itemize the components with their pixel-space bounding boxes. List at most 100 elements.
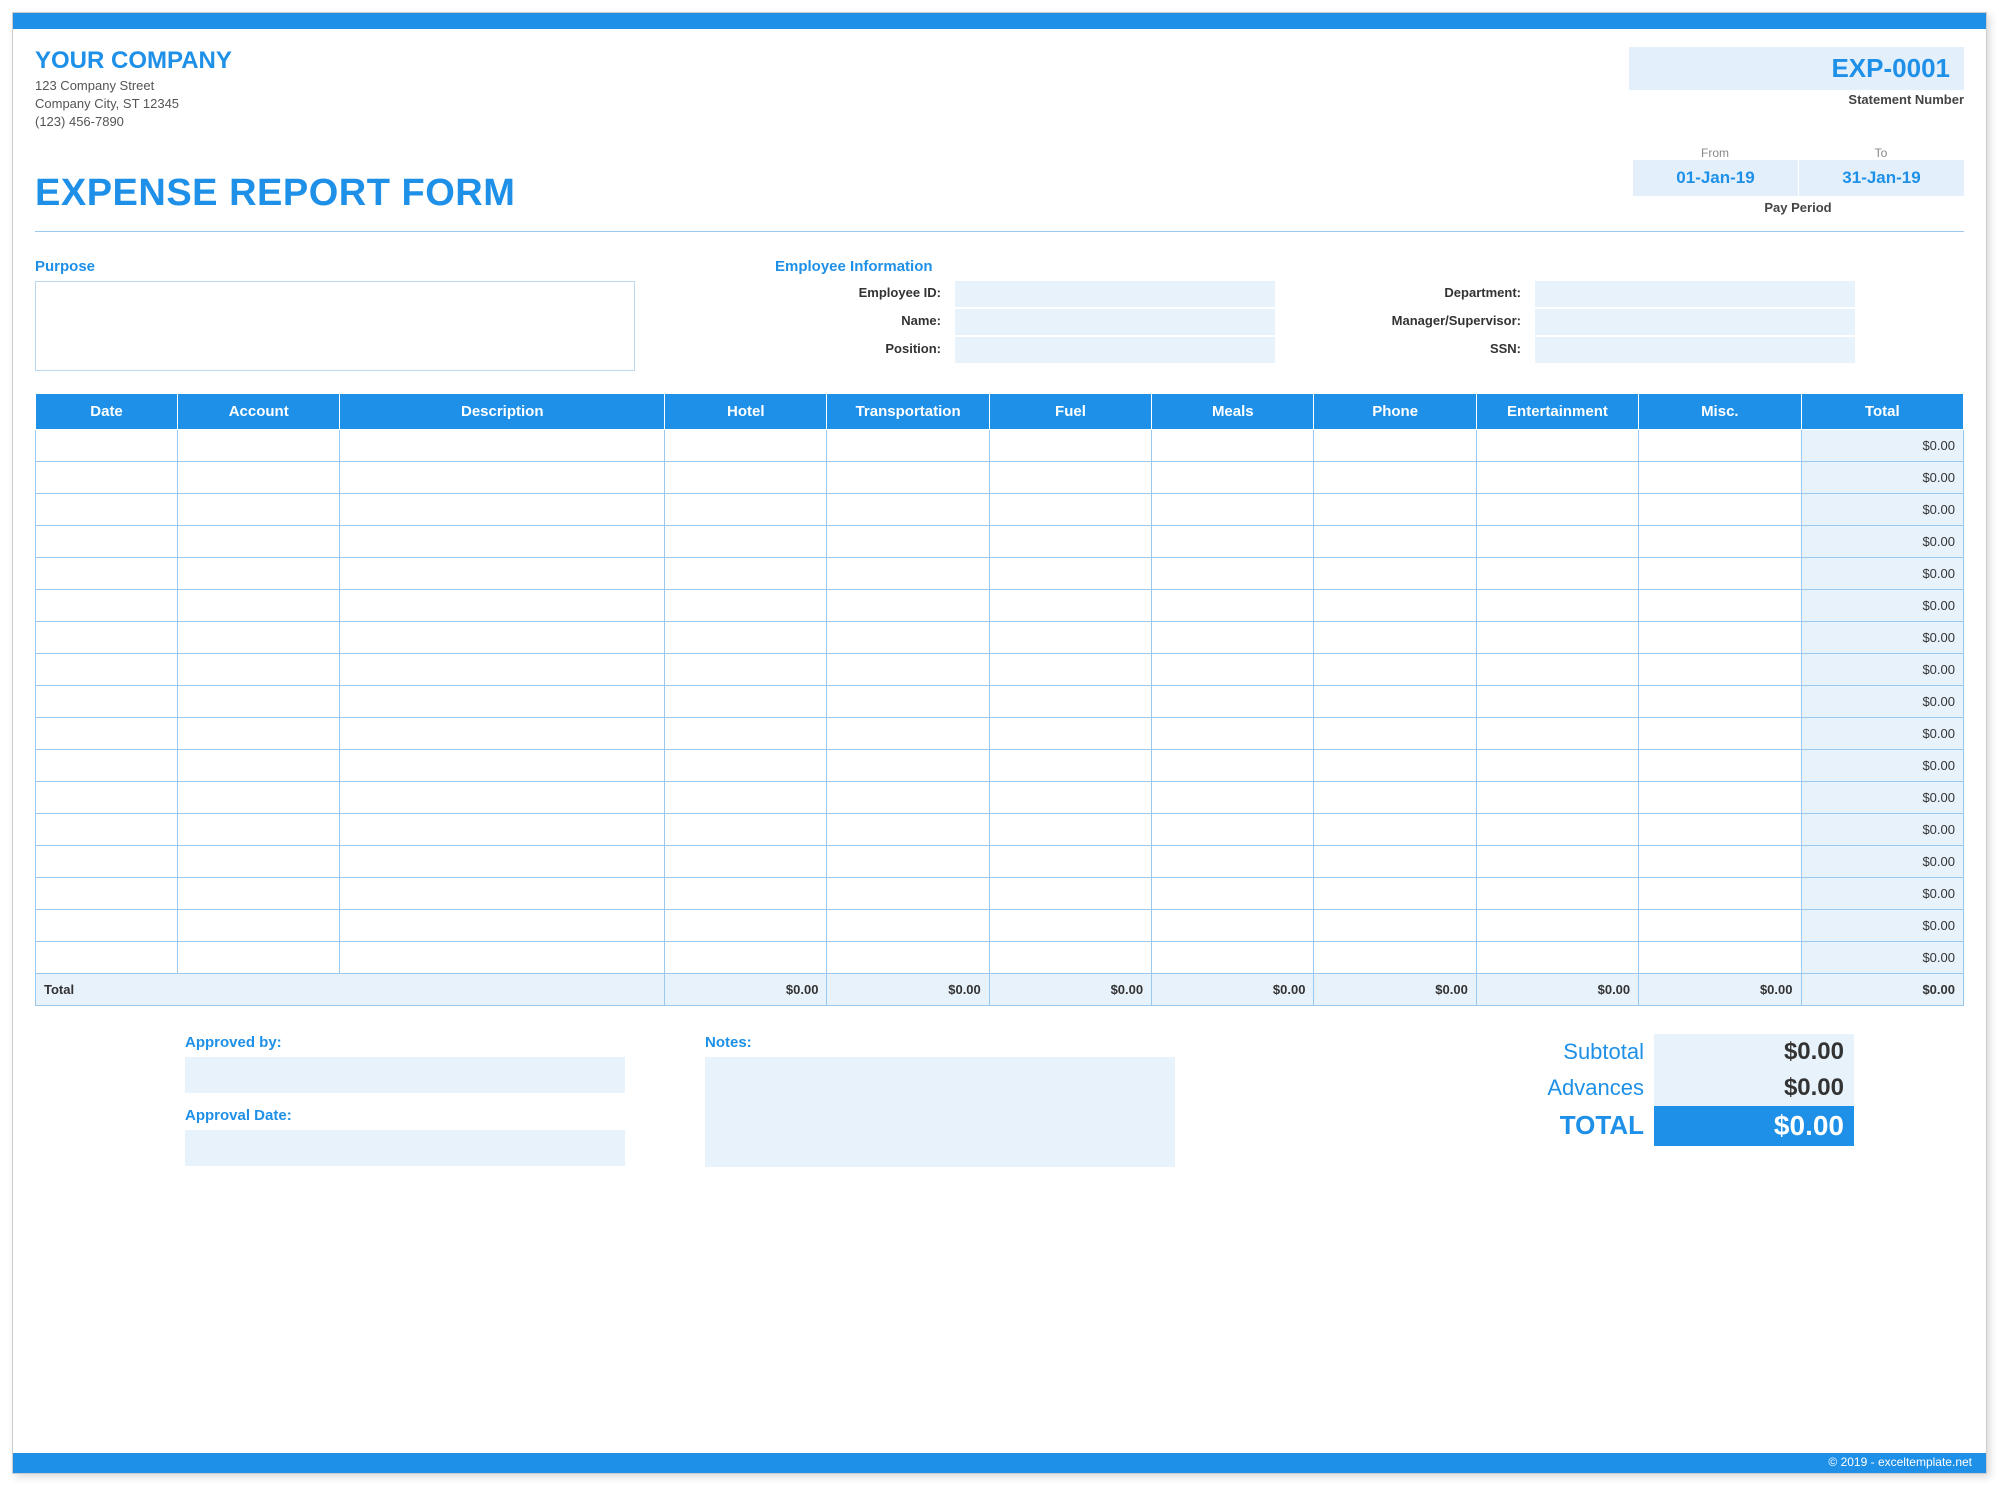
expense-cell[interactable] — [665, 845, 827, 877]
expense-cell[interactable] — [1314, 813, 1476, 845]
expense-cell[interactable] — [1314, 429, 1476, 461]
expense-cell[interactable] — [665, 621, 827, 653]
expense-cell[interactable] — [178, 461, 340, 493]
expense-cell[interactable] — [827, 557, 989, 589]
expense-cell[interactable] — [1639, 589, 1801, 621]
expense-cell[interactable] — [1314, 493, 1476, 525]
expense-cell[interactable] — [1152, 845, 1314, 877]
expense-cell[interactable] — [178, 877, 340, 909]
expense-cell[interactable] — [1152, 525, 1314, 557]
expense-cell[interactable] — [178, 493, 340, 525]
expense-cell[interactable] — [340, 749, 665, 781]
expense-cell[interactable] — [36, 941, 178, 973]
expense-cell[interactable] — [1639, 621, 1801, 653]
expense-cell[interactable] — [1639, 557, 1801, 589]
expense-cell[interactable] — [1152, 877, 1314, 909]
expense-cell[interactable] — [1476, 941, 1638, 973]
expense-cell[interactable] — [1314, 909, 1476, 941]
expense-cell[interactable] — [1152, 813, 1314, 845]
expense-cell[interactable] — [178, 941, 340, 973]
expense-cell[interactable] — [1314, 589, 1476, 621]
expense-cell[interactable] — [1476, 813, 1638, 845]
expense-cell[interactable] — [989, 653, 1151, 685]
expense-cell[interactable] — [1639, 525, 1801, 557]
expense-cell[interactable] — [1152, 717, 1314, 749]
expense-cell[interactable] — [178, 845, 340, 877]
expense-cell[interactable] — [1476, 525, 1638, 557]
expense-cell[interactable] — [36, 557, 178, 589]
expense-cell[interactable] — [989, 525, 1151, 557]
expense-cell[interactable] — [827, 685, 989, 717]
expense-cell[interactable] — [989, 461, 1151, 493]
expense-cell[interactable] — [1476, 877, 1638, 909]
expense-cell[interactable] — [827, 781, 989, 813]
expense-cell[interactable] — [340, 813, 665, 845]
expense-cell[interactable] — [36, 589, 178, 621]
approved-by-input[interactable] — [185, 1057, 625, 1093]
expense-cell[interactable] — [827, 589, 989, 621]
expense-cell[interactable] — [1152, 429, 1314, 461]
expense-cell[interactable] — [827, 749, 989, 781]
expense-cell[interactable] — [827, 621, 989, 653]
expense-cell[interactable] — [1152, 461, 1314, 493]
expense-cell[interactable] — [1476, 493, 1638, 525]
expense-cell[interactable] — [665, 877, 827, 909]
expense-cell[interactable] — [1314, 845, 1476, 877]
expense-cell[interactable] — [1476, 461, 1638, 493]
expense-cell[interactable] — [827, 717, 989, 749]
expense-cell[interactable] — [827, 461, 989, 493]
expense-cell[interactable] — [36, 877, 178, 909]
expense-cell[interactable] — [1314, 717, 1476, 749]
expense-cell[interactable] — [178, 813, 340, 845]
employee-name-input[interactable] — [955, 309, 1275, 335]
expense-cell[interactable] — [178, 717, 340, 749]
expense-cell[interactable] — [1314, 685, 1476, 717]
expense-cell[interactable] — [1152, 589, 1314, 621]
expense-cell[interactable] — [340, 845, 665, 877]
expense-cell[interactable] — [36, 813, 178, 845]
expense-cell[interactable] — [1314, 781, 1476, 813]
expense-cell[interactable] — [989, 717, 1151, 749]
expense-cell[interactable] — [1152, 621, 1314, 653]
expense-cell[interactable] — [36, 653, 178, 685]
expense-cell[interactable] — [1639, 845, 1801, 877]
expense-cell[interactable] — [178, 909, 340, 941]
expense-cell[interactable] — [1152, 557, 1314, 589]
expense-cell[interactable] — [36, 845, 178, 877]
expense-cell[interactable] — [340, 685, 665, 717]
expense-cell[interactable] — [340, 653, 665, 685]
statement-number[interactable]: EXP-0001 — [1629, 47, 1964, 90]
expense-cell[interactable] — [1314, 941, 1476, 973]
department-input[interactable] — [1535, 281, 1855, 307]
expense-cell[interactable] — [1314, 877, 1476, 909]
expense-cell[interactable] — [1639, 877, 1801, 909]
period-from-date[interactable]: 01-Jan-19 — [1632, 160, 1798, 196]
expense-cell[interactable] — [1476, 909, 1638, 941]
expense-cell[interactable] — [989, 493, 1151, 525]
expense-cell[interactable] — [1314, 525, 1476, 557]
expense-cell[interactable] — [340, 621, 665, 653]
employee-id-input[interactable] — [955, 281, 1275, 307]
expense-cell[interactable] — [340, 525, 665, 557]
expense-cell[interactable] — [989, 941, 1151, 973]
expense-cell[interactable] — [178, 589, 340, 621]
expense-cell[interactable] — [1152, 493, 1314, 525]
expense-cell[interactable] — [36, 781, 178, 813]
expense-cell[interactable] — [36, 717, 178, 749]
expense-cell[interactable] — [665, 429, 827, 461]
approval-date-input[interactable] — [185, 1130, 625, 1166]
expense-cell[interactable] — [1476, 429, 1638, 461]
expense-cell[interactable] — [178, 429, 340, 461]
expense-cell[interactable] — [178, 557, 340, 589]
expense-cell[interactable] — [1476, 653, 1638, 685]
expense-cell[interactable] — [1639, 493, 1801, 525]
expense-cell[interactable] — [827, 525, 989, 557]
expense-cell[interactable] — [827, 813, 989, 845]
expense-cell[interactable] — [1476, 685, 1638, 717]
manager-input[interactable] — [1535, 309, 1855, 335]
expense-cell[interactable] — [989, 621, 1151, 653]
expense-cell[interactable] — [1639, 461, 1801, 493]
expense-cell[interactable] — [1314, 621, 1476, 653]
expense-cell[interactable] — [178, 749, 340, 781]
expense-cell[interactable] — [340, 429, 665, 461]
